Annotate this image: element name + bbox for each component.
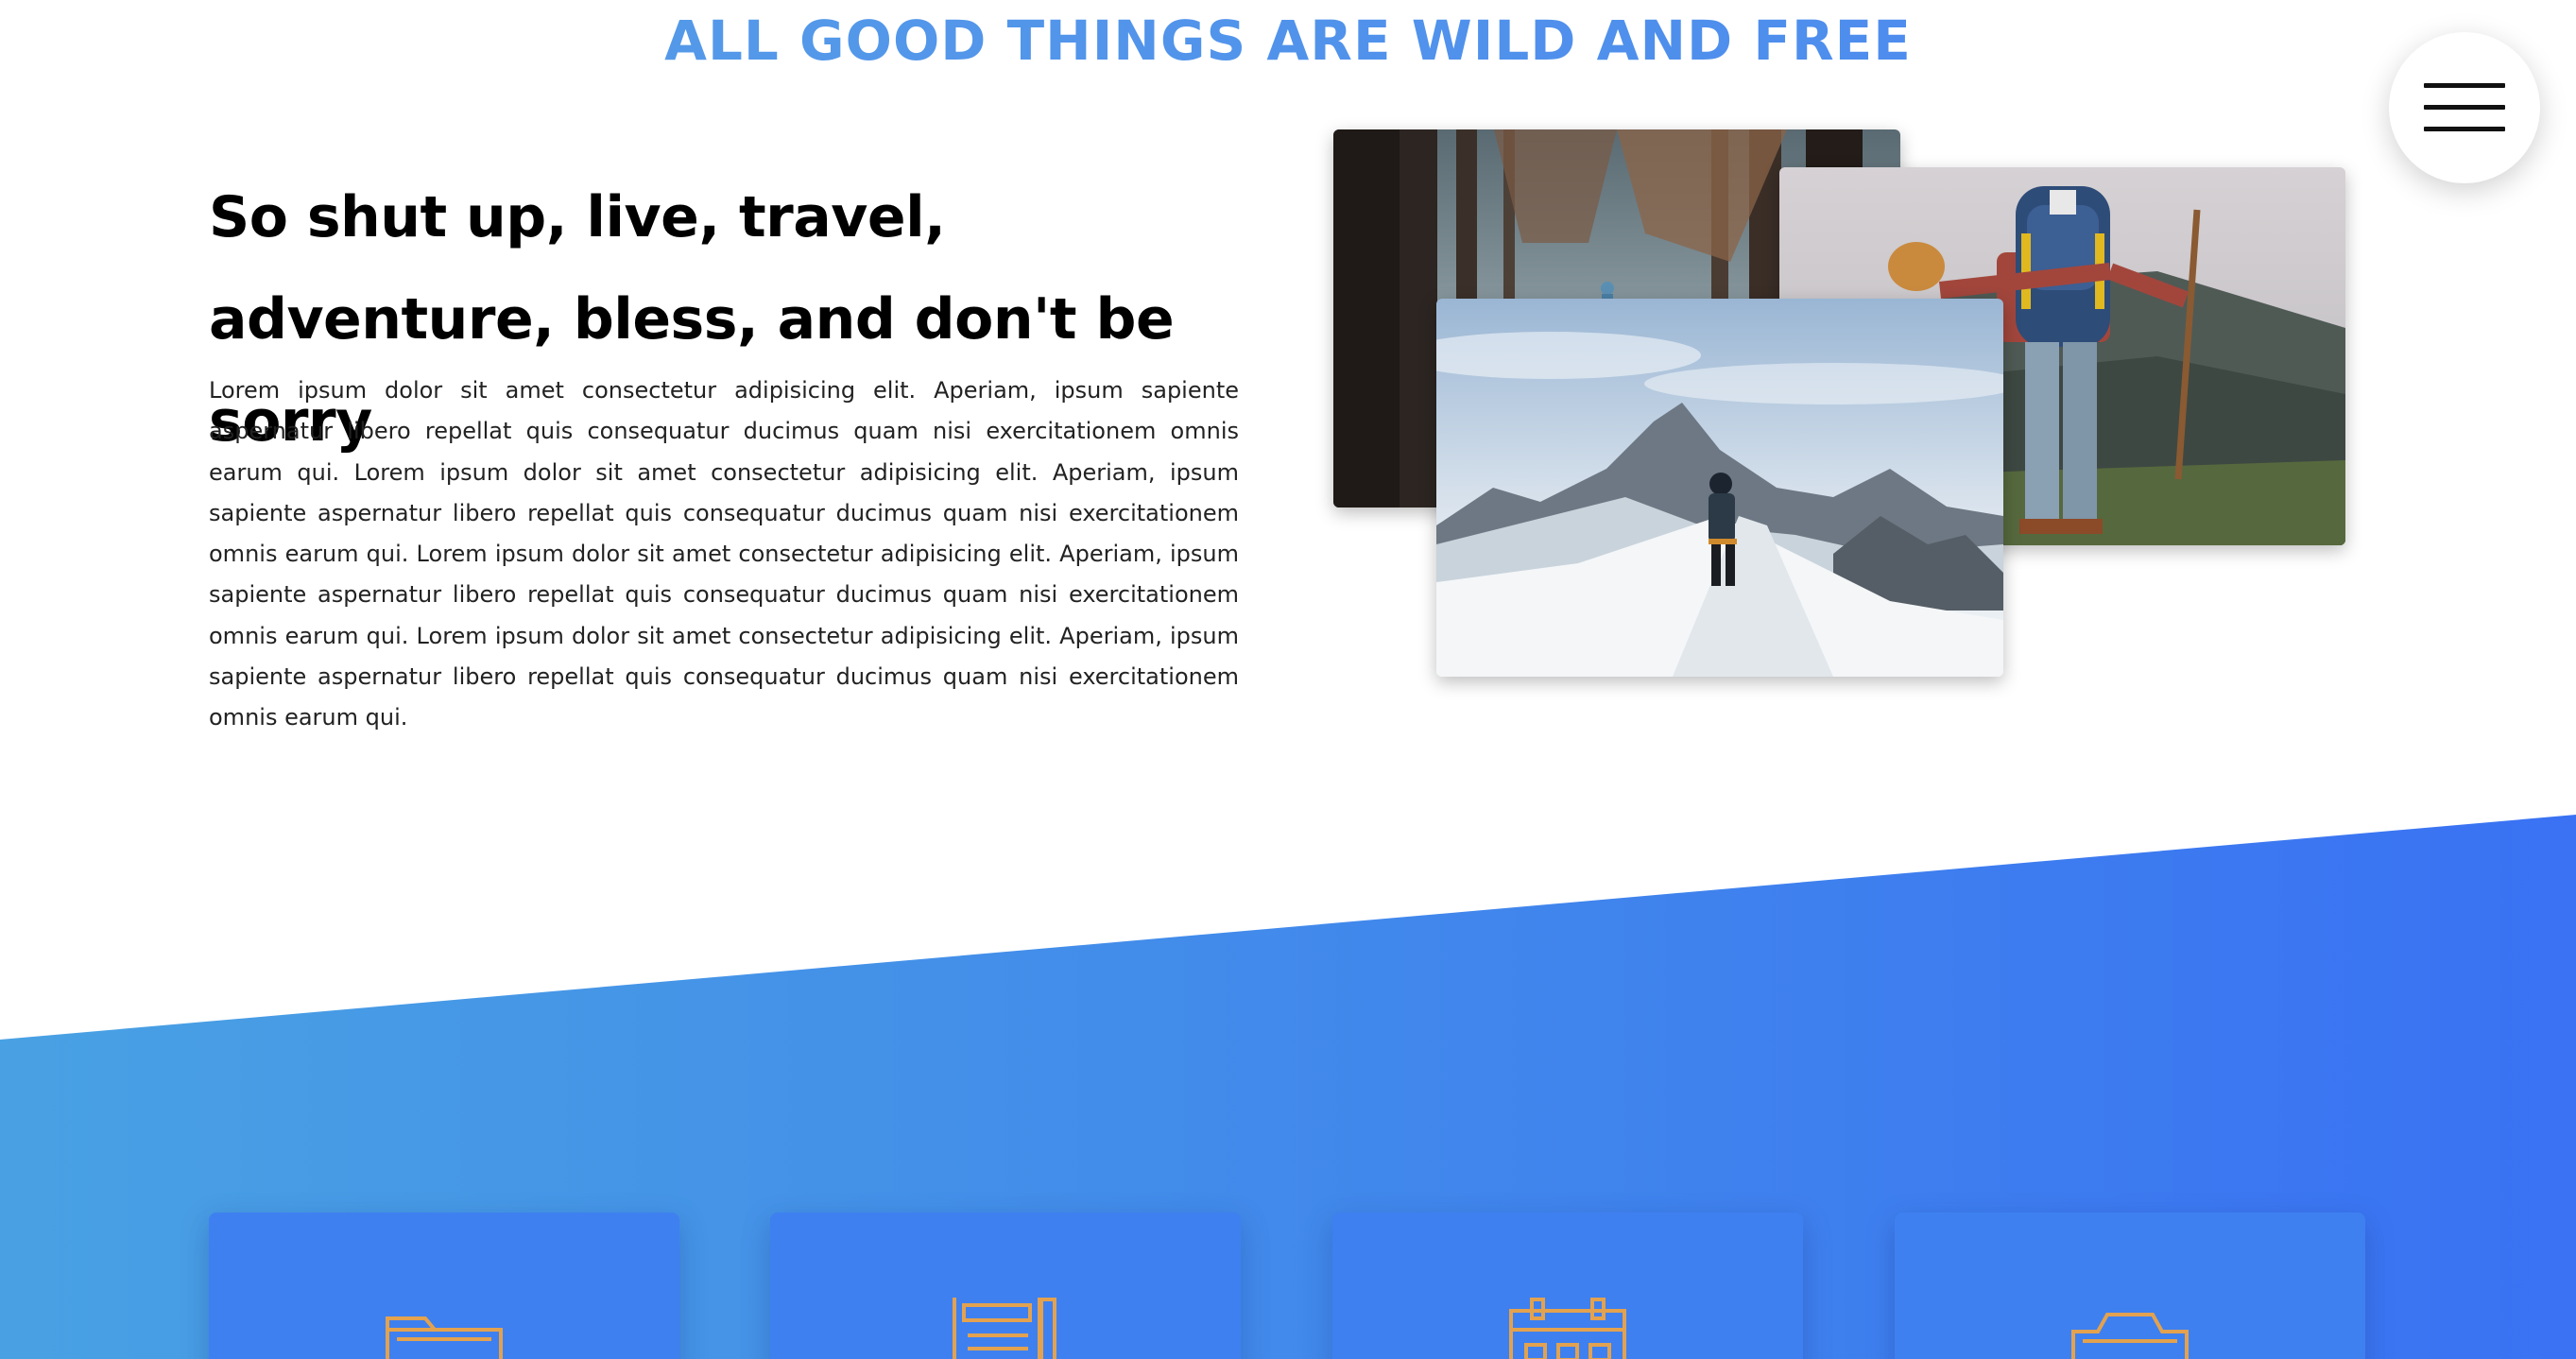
feature-card-2[interactable] [770, 1213, 1241, 1359]
snowy-mountain-climber-photo [1436, 299, 2003, 677]
section-title: ALL GOOD THINGS ARE WILD AND FREE [0, 0, 2576, 81]
calendar-icon [1509, 1298, 1626, 1359]
intro-body-text: Lorem ipsum dolor sit amet consectetur a… [209, 377, 1239, 731]
folder-icon [386, 1316, 503, 1359]
menu-bar-bottom [2424, 127, 2505, 131]
feature-card-1[interactable] [209, 1213, 679, 1359]
menu-bar-top [2424, 83, 2505, 88]
menu-bar-middle [2424, 105, 2505, 110]
page: ALL GOOD THINGS ARE WILD AND FREE So shu… [0, 0, 2576, 1359]
hamburger-menu-button[interactable] [2389, 32, 2540, 183]
feature-card-3[interactable] [1332, 1213, 1803, 1359]
feature-card-4[interactable] [1895, 1213, 2365, 1359]
newspaper-icon [953, 1298, 1056, 1359]
camera-icon [2071, 1313, 2189, 1359]
